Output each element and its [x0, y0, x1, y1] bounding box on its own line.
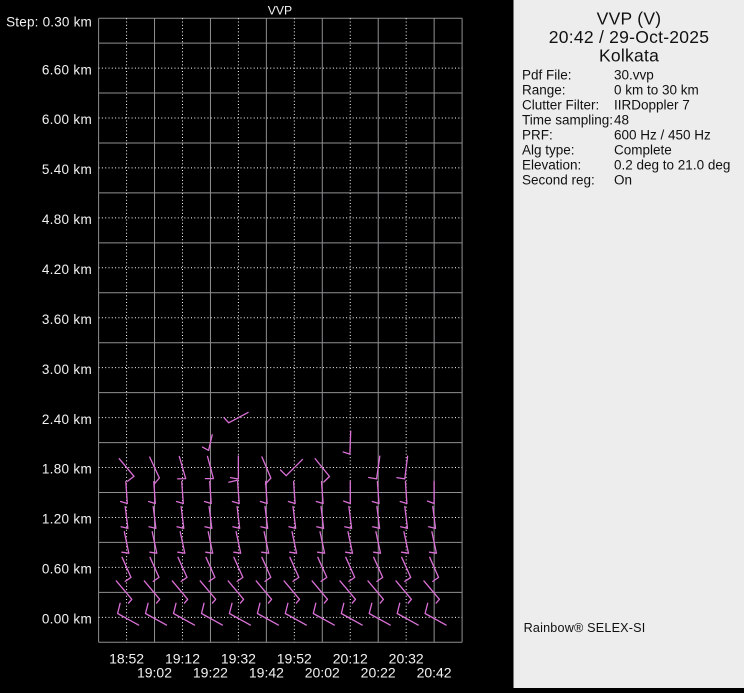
svg-text:0 km to 30 km: 0 km to 30 km	[614, 82, 699, 97]
svg-text:4.80 km: 4.80 km	[42, 212, 92, 227]
svg-text:1.20 km: 1.20 km	[42, 512, 92, 527]
svg-text:19:22: 19:22	[193, 665, 228, 681]
svg-text:3.00 km: 3.00 km	[42, 362, 92, 377]
svg-text:Complete: Complete	[614, 142, 672, 157]
svg-text:1.80 km: 1.80 km	[42, 462, 92, 477]
svg-text:Second reg:: Second reg:	[522, 172, 595, 187]
svg-text:0.2 deg to 21.0 deg: 0.2 deg to 21.0 deg	[614, 157, 730, 172]
svg-text:Rainbow® SELEX-SI: Rainbow® SELEX-SI	[524, 621, 646, 635]
svg-text:2.40 km: 2.40 km	[42, 412, 92, 427]
svg-text:VVP (V): VVP (V)	[597, 8, 662, 28]
svg-text:20:42 / 29-Oct-2025: 20:42 / 29-Oct-2025	[549, 27, 709, 47]
svg-text:VVP: VVP	[268, 4, 292, 18]
svg-text:5.40 km: 5.40 km	[42, 162, 92, 177]
svg-text:30.vvp: 30.vvp	[614, 67, 654, 82]
svg-text:IIRDoppler 7: IIRDoppler 7	[614, 97, 690, 112]
svg-text:Clutter Filter:: Clutter Filter:	[522, 97, 599, 112]
svg-text:4.20 km: 4.20 km	[42, 262, 92, 277]
svg-text:20:42: 20:42	[417, 665, 452, 681]
svg-text:19:42: 19:42	[249, 665, 284, 681]
svg-text:PRF:: PRF:	[522, 127, 553, 142]
svg-text:Elevation:: Elevation:	[522, 157, 581, 172]
svg-text:3.60 km: 3.60 km	[42, 312, 92, 327]
svg-text:48: 48	[614, 112, 629, 127]
svg-text:On: On	[614, 172, 632, 187]
svg-text:0.60 km: 0.60 km	[42, 562, 92, 577]
svg-text:Kolkata: Kolkata	[599, 45, 659, 65]
svg-text:6.60 km: 6.60 km	[42, 62, 92, 77]
svg-text:600 Hz / 450 Hz: 600 Hz / 450 Hz	[614, 127, 711, 142]
svg-text:19:02: 19:02	[137, 665, 172, 681]
svg-text:6.00 km: 6.00 km	[42, 112, 92, 127]
svg-text:20:02: 20:02	[305, 665, 340, 681]
svg-text:Step: 0.30 km: Step: 0.30 km	[6, 14, 92, 29]
svg-text:Range:: Range:	[522, 82, 566, 97]
svg-text:Pdf File:: Pdf File:	[522, 67, 572, 82]
svg-text:20:22: 20:22	[361, 665, 396, 681]
svg-text:0.00 km: 0.00 km	[42, 612, 92, 627]
svg-text:Time sampling:: Time sampling:	[522, 112, 613, 127]
svg-text:Alg type:: Alg type:	[522, 142, 575, 157]
